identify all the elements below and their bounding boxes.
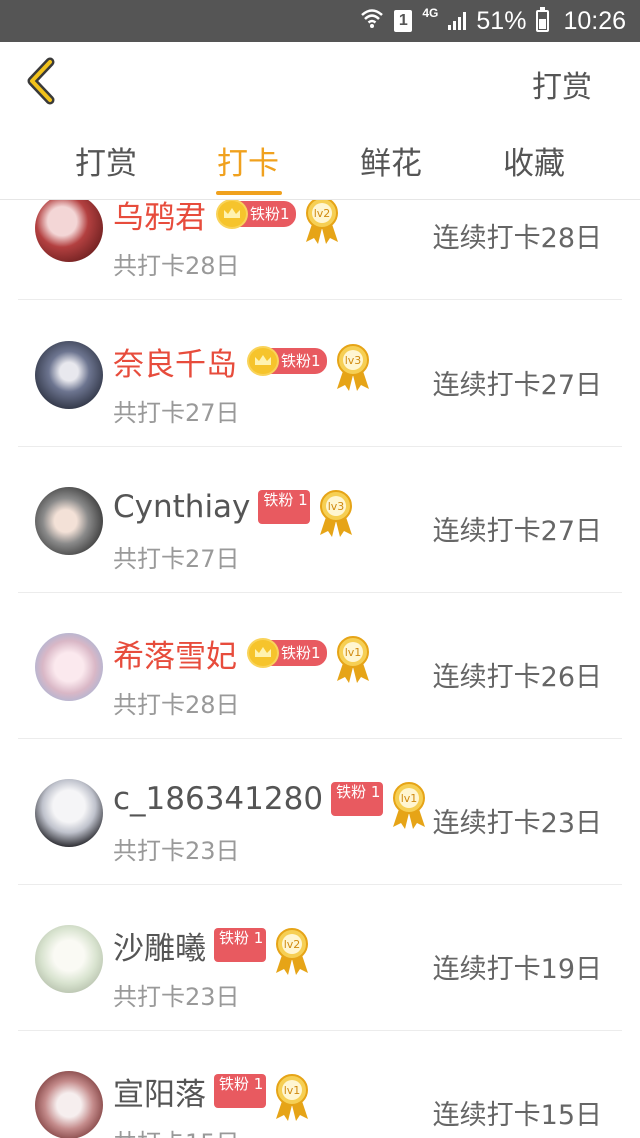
network-type: 4G [422, 6, 439, 20]
list-item[interactable]: 沙雕曦 铁粉 1 lv2 共打卡23日 连续打卡19日 [18, 885, 622, 1031]
level-medal-icon: lv2 [272, 925, 312, 977]
user-name[interactable]: Cynthiay [113, 489, 250, 525]
avatar[interactable] [35, 925, 103, 993]
tab-flowers[interactable]: 鲜花 [341, 138, 441, 183]
fan-badge: 铁粉 1 [331, 782, 384, 816]
user-name[interactable]: 沙雕曦 [113, 923, 206, 968]
total-checkins: 共打卡15日 [113, 1123, 240, 1138]
tab-indicator [216, 191, 282, 195]
total-checkins: 共打卡28日 [113, 252, 240, 280]
chevron-left-icon [27, 57, 55, 105]
svg-text:lv3: lv3 [344, 354, 361, 367]
signal-icon [448, 12, 467, 30]
total-checkins: 共打卡23日 [113, 837, 240, 865]
user-name[interactable]: 希落雪妃 [113, 631, 237, 676]
wifi-icon [360, 7, 384, 36]
avatar[interactable] [35, 633, 103, 701]
avatar[interactable] [35, 779, 103, 847]
svg-text:lv2: lv2 [313, 207, 330, 220]
crown-icon [247, 346, 279, 376]
streak-days: 连续打卡26日 [432, 662, 602, 693]
clock: 10:26 [563, 6, 626, 35]
fan-badge: 铁粉1 [247, 638, 327, 668]
tab-reward[interactable]: 打赏 [56, 138, 156, 183]
crown-icon [216, 200, 248, 229]
total-checkins: 共打卡23日 [113, 983, 240, 1011]
list-item[interactable]: c_186341280 铁粉 1 lv1 共打卡23日 连续打卡23日 [18, 739, 622, 885]
fan-badge: 铁粉1 [216, 200, 296, 229]
sim-icon: 1 [394, 10, 413, 32]
total-checkins: 共打卡27日 [113, 399, 240, 427]
battery-percent: 51% [476, 6, 527, 35]
tab-checkin[interactable]: 打卡 [198, 138, 298, 183]
fan-badge: 铁粉 1 [214, 928, 266, 962]
level-medal-icon: lv3 [316, 487, 356, 539]
svg-text:lv1: lv1 [344, 646, 361, 659]
total-checkins: 共打卡28日 [113, 691, 240, 719]
streak-days: 连续打卡15日 [432, 1100, 602, 1131]
streak-days: 连续打卡19日 [432, 954, 602, 985]
tab-bar: 打赏 打卡 鲜花 收藏 [0, 122, 640, 200]
streak-days: 连续打卡28日 [432, 223, 602, 254]
battery-icon [536, 7, 550, 32]
streak-days: 连续打卡27日 [432, 370, 602, 401]
svg-text:lv2: lv2 [284, 938, 301, 951]
avatar[interactable] [35, 487, 103, 555]
level-medal-icon: lv1 [389, 779, 429, 831]
header: 打赏 [0, 42, 640, 122]
list-item[interactable]: 宣阳落 铁粉 1 lv1 共打卡15日 连续打卡15日 [18, 1031, 622, 1138]
svg-text:lv1: lv1 [401, 792, 418, 805]
back-button[interactable] [22, 56, 66, 106]
list-item[interactable]: 奈良千岛 铁粉1 lv3 共打卡27日 连续打卡27日 [18, 301, 622, 447]
svg-text:lv1: lv1 [284, 1084, 301, 1097]
tab-favorites[interactable]: 收藏 [484, 138, 584, 183]
fan-badge: 铁粉1 [247, 346, 327, 376]
streak-days: 连续打卡27日 [432, 516, 602, 547]
list-item[interactable]: Cynthiay 铁粉 1 lv3 共打卡27日 连续打卡27日 [18, 447, 622, 593]
reward-button[interactable]: 打赏 [532, 62, 592, 106]
list-item[interactable]: 乌鸦君 铁粉1 lv2 共打卡28日 连续打卡28日 [18, 200, 622, 300]
fan-badge: 铁粉 1 [214, 1074, 266, 1108]
level-medal-icon: lv1 [333, 633, 373, 685]
user-name[interactable]: 乌鸦君 [113, 200, 206, 237]
crown-icon [247, 638, 279, 668]
avatar[interactable] [35, 341, 103, 409]
level-medal-icon: lv1 [272, 1071, 312, 1123]
svg-text:lv3: lv3 [328, 500, 345, 513]
fan-badge: 铁粉 1 [258, 490, 311, 524]
avatar[interactable] [35, 200, 103, 262]
level-medal-icon: lv3 [333, 341, 373, 393]
level-medal-icon: lv2 [302, 200, 342, 246]
streak-days: 连续打卡23日 [432, 808, 602, 839]
list-item[interactable]: 希落雪妃 铁粉1 lv1 共打卡28日 连续打卡26日 [18, 593, 622, 739]
user-name[interactable]: c_186341280 [113, 781, 323, 817]
checkin-list: 乌鸦君 铁粉1 lv2 共打卡28日 连续打卡28日 奈良千岛 铁粉1 lv3 … [0, 200, 640, 1138]
total-checkins: 共打卡27日 [113, 545, 240, 573]
avatar[interactable] [35, 1071, 103, 1138]
user-name[interactable]: 奈良千岛 [113, 339, 237, 384]
status-bar: 1 4G 51% 10:26 [0, 0, 640, 42]
user-name[interactable]: 宣阳落 [113, 1069, 206, 1114]
